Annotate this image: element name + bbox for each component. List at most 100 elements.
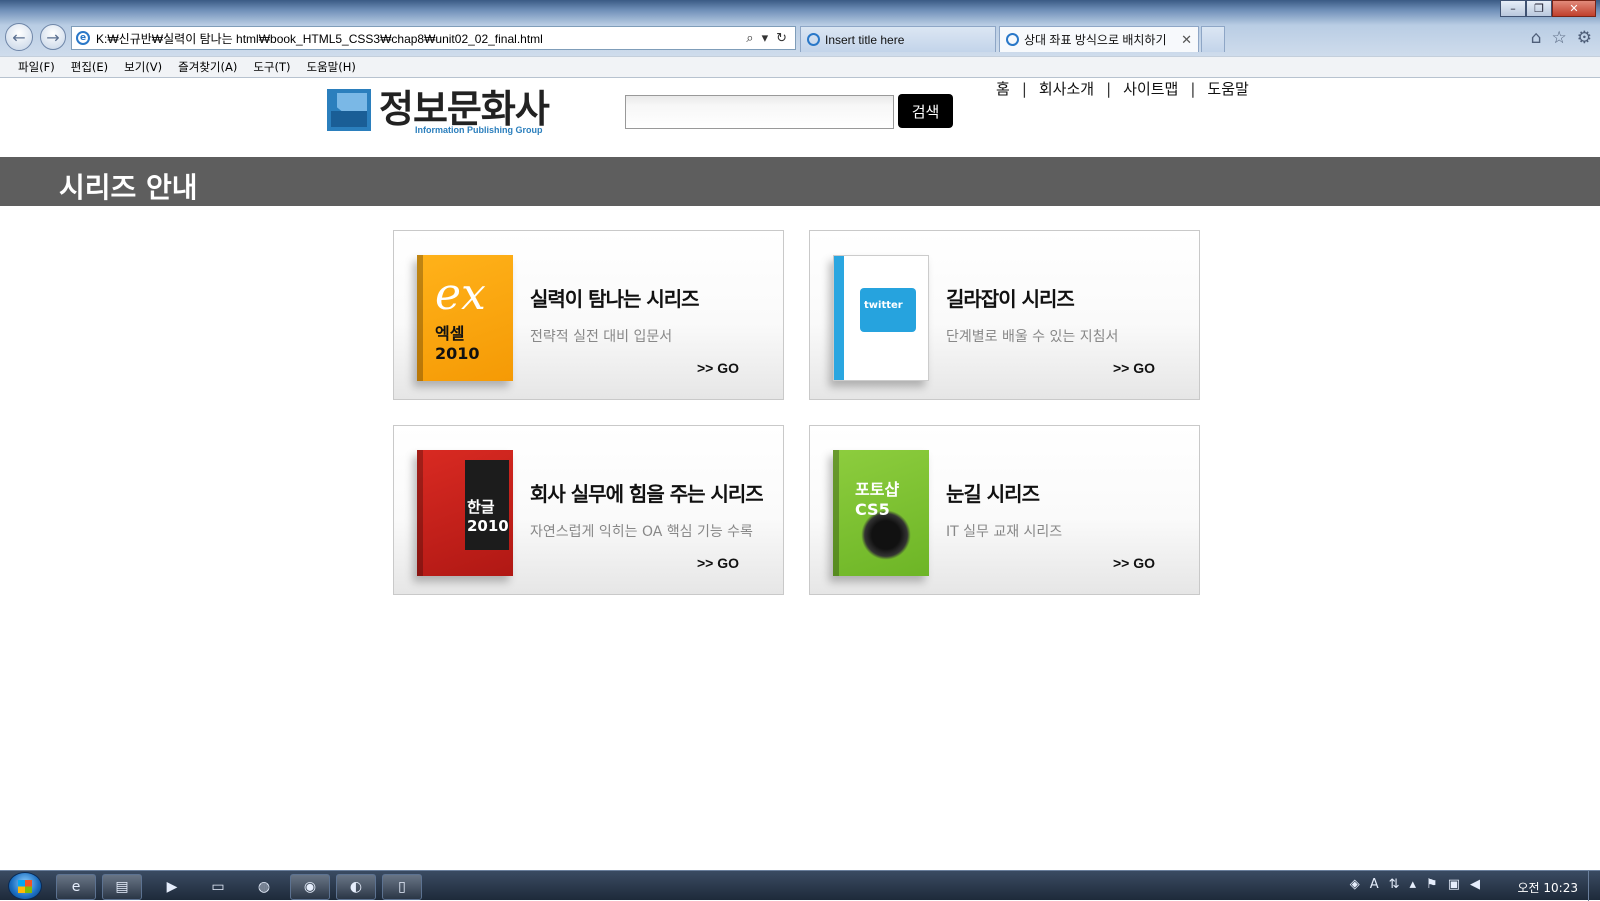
- go-link[interactable]: >> GO: [697, 360, 739, 376]
- chrome-taskbar-button[interactable]: ◉: [290, 874, 330, 900]
- ie-taskbar-button[interactable]: e: [56, 874, 96, 900]
- go-link[interactable]: >> GO: [1113, 555, 1155, 571]
- tab-favicon-icon: [1006, 33, 1019, 46]
- search-icon[interactable]: ⌕: [746, 31, 753, 46]
- new-tab-button[interactable]: [1201, 26, 1225, 52]
- show-desktop-button[interactable]: [1588, 871, 1600, 901]
- arrow-left-icon: ←: [12, 27, 26, 47]
- top-nav: 홈 | 회사소개 | 사이트맵 | 도움말: [996, 78, 1249, 99]
- nav-link-about[interactable]: 회사소개: [1039, 78, 1094, 99]
- book-cover-label: 포토샵 CS5: [855, 480, 900, 519]
- gear-icon[interactable]: ⚙: [1577, 28, 1592, 48]
- action-center-icon[interactable]: ⚑: [1426, 877, 1438, 892]
- page-title: 시리즈 안내: [59, 171, 198, 204]
- browser-titlebar: – ❐ ✕ ← → e K:₩신규반₩실력이 탐나는 html₩book_HTM…: [0, 0, 1600, 56]
- menu-bar: 파일(F) 편집(E) 보기(V) 즐겨찾기(A) 도구(T) 도움말(H): [0, 56, 1600, 78]
- explorer-taskbar-button[interactable]: ▤: [102, 874, 142, 900]
- card-description: 자연스럽게 익히는 OA 핵심 기능 수록: [530, 524, 753, 540]
- series-card-excel[interactable]: ex 엑셀 2010 실력이 탐나는 시리즈 전략적 실전 대비 입문서 >> …: [393, 230, 784, 400]
- address-bar[interactable]: e K:₩신규반₩실력이 탐나는 html₩book_HTML5_CSS3₩ch…: [71, 26, 796, 50]
- back-button[interactable]: ←: [5, 23, 33, 51]
- forward-button[interactable]: →: [40, 24, 66, 50]
- globe-icon: ◍: [257, 879, 271, 895]
- series-card-nungil[interactable]: 포토샵 CS5 눈길 시리즈 IT 실무 교재 시리즈 >> GO: [809, 425, 1200, 595]
- start-button[interactable]: [8, 872, 42, 900]
- dropdown-icon[interactable]: ▾: [762, 31, 769, 46]
- window-controls: – ❐ ✕: [1500, 0, 1596, 17]
- book-cover-image: 한글 2010: [417, 450, 513, 576]
- card-title: 실력이 탐나는 시리즈: [530, 287, 700, 311]
- menu-tools[interactable]: 도구(T): [253, 59, 290, 75]
- app-icon: ◐: [349, 879, 363, 895]
- media-player-taskbar-button[interactable]: ▶: [152, 874, 192, 900]
- notepad-taskbar-button[interactable]: ▯: [382, 874, 422, 900]
- book-cover-label: 엑셀 2010: [435, 324, 480, 363]
- tab-relative-layout[interactable]: 상대 좌표 방식으로 배치하기 ✕: [999, 26, 1199, 52]
- chat-taskbar-button[interactable]: ▭: [198, 874, 238, 900]
- section-header: 시리즈 안내: [0, 157, 1600, 206]
- tray-expand-icon[interactable]: ▴: [1410, 877, 1417, 892]
- search-input[interactable]: [625, 95, 894, 129]
- book-cover-image: 포토샵 CS5: [833, 450, 929, 576]
- card-description: 단계별로 배울 수 있는 지침서: [946, 329, 1119, 345]
- refresh-icon[interactable]: ↻: [776, 31, 787, 46]
- media-player-icon: ▶: [166, 879, 178, 895]
- series-card-guide[interactable]: twitter 길라잡이 시리즈 단계별로 배울 수 있는 지침서 >> GO: [809, 230, 1200, 400]
- volume-muted-icon[interactable]: ◀: [1470, 877, 1480, 892]
- search-button[interactable]: 검색: [898, 94, 953, 128]
- go-link[interactable]: >> GO: [1113, 360, 1155, 376]
- logo-name: 정보문화사: [379, 87, 550, 131]
- logo-subtitle: Information Publishing Group: [415, 125, 543, 135]
- nav-link-sitemap[interactable]: 사이트맵: [1123, 78, 1178, 99]
- app-taskbar-button[interactable]: ◐: [336, 874, 376, 900]
- nav-separator: |: [1190, 79, 1196, 98]
- ime-mode-icon[interactable]: ⇅: [1389, 877, 1400, 892]
- go-link[interactable]: >> GO: [697, 555, 739, 571]
- restore-icon[interactable]: ❐: [1526, 0, 1552, 17]
- card-title: 회사 실무에 힘을 주는 시리즈: [530, 482, 764, 506]
- card-title: 길라잡이 시리즈: [946, 287, 1075, 311]
- book-cover-image: ex 엑셀 2010: [417, 255, 513, 381]
- nav-link-help[interactable]: 도움말: [1207, 78, 1248, 99]
- menu-file[interactable]: 파일(F): [18, 59, 55, 75]
- tab-insert-title[interactable]: Insert title here: [800, 26, 996, 52]
- address-url[interactable]: K:₩신규반₩실력이 탐나는 html₩book_HTML5_CSS3₩chap…: [96, 30, 746, 47]
- logo-mark-icon: [327, 89, 371, 131]
- menu-help[interactable]: 도움말(H): [307, 59, 356, 75]
- menu-view[interactable]: 보기(V): [124, 59, 162, 75]
- ie-icon: e: [71, 879, 81, 895]
- series-card-office[interactable]: 한글 2010 회사 실무에 힘을 주는 시리즈 자연스럽게 익히는 OA 핵심…: [393, 425, 784, 595]
- folder-icon: ▤: [115, 879, 129, 895]
- menu-favorites[interactable]: 즐겨찾기(A): [178, 59, 237, 75]
- arrow-right-icon: →: [46, 27, 60, 47]
- book-deco-text: ex: [435, 269, 486, 320]
- chat-icon: ▭: [211, 879, 225, 895]
- book-cover-image: twitter: [833, 255, 929, 381]
- favorites-star-icon[interactable]: ☆: [1552, 28, 1567, 48]
- notepad-icon: ▯: [398, 879, 406, 895]
- nav-link-home[interactable]: 홈: [996, 78, 1010, 99]
- menu-edit[interactable]: 편집(E): [71, 59, 108, 75]
- book-cover-label: twitter: [864, 300, 903, 311]
- chrome-icon: ◉: [303, 879, 317, 895]
- ime-icon[interactable]: A: [1370, 877, 1379, 892]
- close-window-icon[interactable]: ✕: [1552, 0, 1596, 17]
- home-icon[interactable]: ⌂: [1531, 28, 1542, 48]
- network-tray-icon[interactable]: ◈: [1350, 877, 1360, 892]
- site-logo[interactable]: 정보문화사 Information Publishing Group: [327, 87, 550, 135]
- card-description: 전략적 실전 대비 입문서: [530, 329, 673, 345]
- book-cover-label: 한글 2010: [467, 498, 509, 535]
- minimize-icon[interactable]: –: [1500, 0, 1526, 17]
- nav-separator: |: [1106, 79, 1112, 98]
- nav-separator: |: [1021, 79, 1027, 98]
- tab-close-icon[interactable]: ✕: [1181, 32, 1192, 48]
- card-description: IT 실무 교재 시리즈: [946, 524, 1063, 540]
- clock[interactable]: 오전 10:23: [1518, 879, 1578, 896]
- taskbar: e ▤ ▶ ▭ ◍ ◉ ◐ ▯ ◈ A ⇅ ▴ ⚑ ▣ ◀ 오전 10:23: [0, 870, 1600, 901]
- system-tray: ◈ A ⇅ ▴ ⚑ ▣ ◀: [1350, 877, 1480, 892]
- page-favicon-icon: e: [76, 31, 90, 45]
- tab-label: 상대 좌표 방식으로 배치하기: [1024, 33, 1167, 47]
- network-status-icon[interactable]: ▣: [1448, 877, 1460, 892]
- card-title: 눈길 시리즈: [946, 482, 1040, 506]
- network-taskbar-button[interactable]: ◍: [244, 874, 284, 900]
